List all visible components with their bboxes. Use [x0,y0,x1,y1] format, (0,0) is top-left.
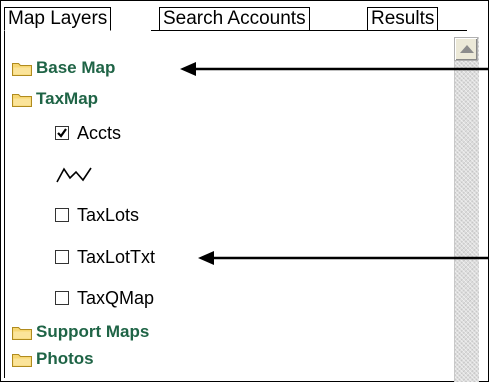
folder-icon [12,63,32,76]
scroll-up-arrow-icon [460,45,474,53]
line-symbol-icon [56,167,92,183]
folder-label: TaxMap [36,89,99,108]
layer-label: TaxLotTxt [77,247,156,267]
accts-checkbox[interactable] [55,126,69,140]
layer-item-taxlots[interactable]: TaxLots [55,204,215,226]
taxqmap-checkbox[interactable] [55,291,69,305]
tab-map-layers[interactable]: Map Layers [4,7,112,31]
checkmark-icon [57,128,67,138]
layer-label: Accts [77,123,122,143]
scroll-up-button[interactable] [454,37,478,61]
layer-label: TaxQMap [77,288,155,308]
layer-item-taxqmap[interactable]: TaxQMap [55,287,215,309]
layer-label: TaxLots [77,205,140,225]
taxlots-checkbox[interactable] [55,208,69,222]
folder-support-maps[interactable]: Support Maps [12,321,232,343]
folder-icon [12,354,32,367]
folder-icon [12,94,32,107]
folder-base-map[interactable]: Base Map [12,57,192,79]
tab-results[interactable]: Results [367,7,439,31]
folder-taxmap[interactable]: TaxMap [12,88,192,110]
layer-item-accts[interactable]: Accts [55,122,215,144]
folder-icon [12,327,32,340]
folder-label: Photos [36,349,94,368]
folder-label: Base Map [36,58,116,77]
tab-search-accounts[interactable]: Search Accounts [159,7,310,31]
folder-photos[interactable]: Photos [12,348,192,370]
taxlottxt-checkbox[interactable] [55,250,69,264]
annotation-arrow-base-map [180,62,489,76]
annotation-arrow-taxlottxt [198,251,489,265]
folder-label: Support Maps [36,322,150,341]
vertical-scrollbar[interactable] [454,37,479,382]
layer-item-taxlottxt[interactable]: TaxLotTxt [55,246,215,268]
